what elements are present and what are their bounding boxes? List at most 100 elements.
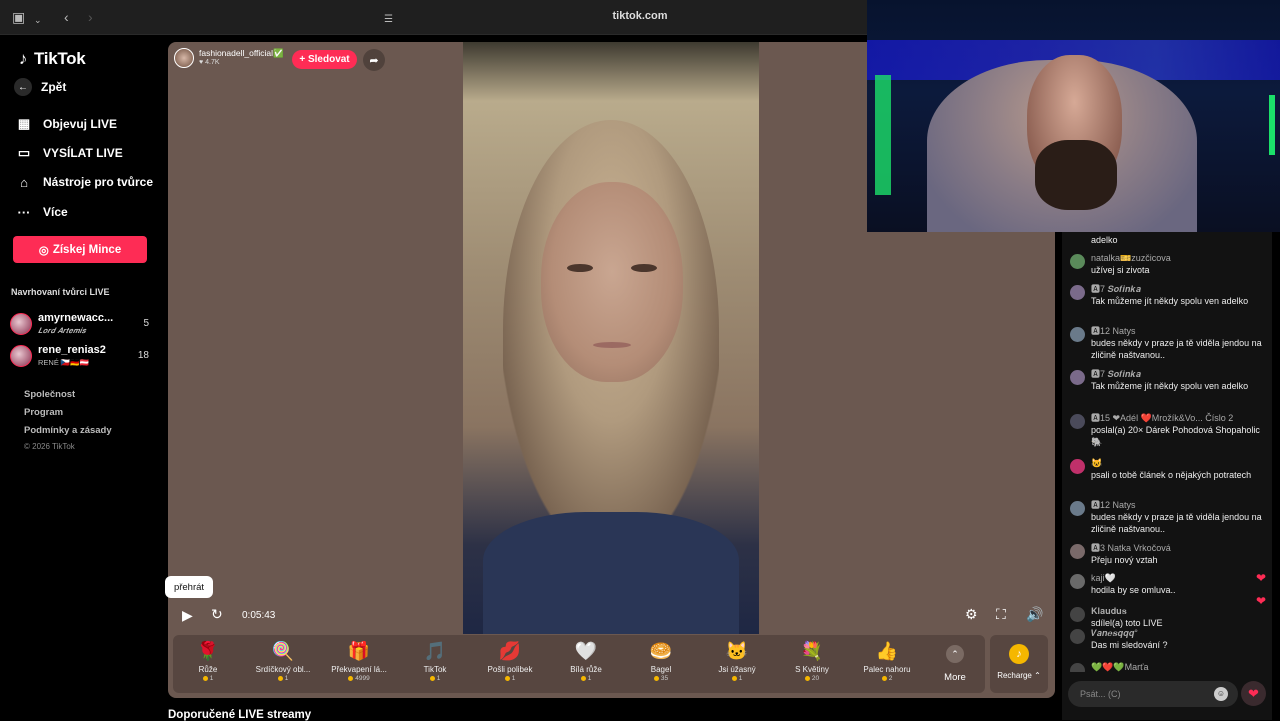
sidebar-item-more[interactable]: ··· Více [14,202,68,222]
footer-link-program[interactable]: Program [24,407,63,418]
chat-message[interactable]: 𝐊𝐥𝐚𝐮𝐝𝐮𝐬 sdílel(a) toto LIVE [1070,605,1270,629]
gift-name: Palec nahoru [863,665,911,674]
coin-icon [348,675,354,681]
chat-text: poslal(a) 20× Dárek Pohodová Shopaholic … [1091,425,1260,447]
more-gifts-button[interactable]: ⌃ More [936,645,974,683]
gift-item[interactable]: 💋 Pošli polibek 1 [475,640,545,682]
coin-icon [881,675,887,681]
coin-icon [277,675,283,681]
coin-icon [504,675,510,681]
chat-message[interactable]: 🅰7 𝑺𝒐𝒇𝒊𝒏𝒌𝒂 Tak můžeme jít někdy spolu ven… [1070,283,1270,307]
chat-message[interactable]: natalka🎫zuzčicova užívej si zivota [1070,252,1270,276]
gift-heart-button[interactable]: ❤ [1241,681,1266,706]
gift-item[interactable]: 🎵 TikTok 1 [400,640,470,682]
avatar [1070,663,1085,672]
emoji-icon[interactable]: ☺ [1214,687,1228,701]
gift-item[interactable]: 💐 S Květiny 20 [777,640,847,682]
gift-price: 1 [400,675,470,682]
sidebar-item-go-live[interactable]: ▭ VYSÍLAT LIVE [14,143,123,163]
avatar [1070,459,1085,474]
gift-name: S Květiny [795,665,829,674]
chat-message[interactable]: kaji🤍 hodila by se omluva.. [1070,572,1270,596]
chat-message[interactable]: 🅰3 Natka Vrkočová Přeju nový vztah [1070,542,1270,566]
gift-icon: 💋 [498,641,522,661]
coin-icon [731,675,737,681]
streamer-info[interactable]: fashionadell_official✅ ♥ 4.7K [174,48,284,68]
gift-icon: 💐 [800,641,824,661]
gift-item[interactable]: 🍭 Srdíčkový obl... 1 [248,640,318,682]
video-face [541,182,683,382]
follow-button[interactable]: + Sledovat [292,50,357,69]
gift-price: 1 [551,675,621,682]
gift-icon: 🐱 [725,641,749,661]
footer-link-terms[interactable]: Podmínky a zásady [24,425,112,436]
gift-item[interactable]: 🥯 Bagel 35 [626,640,696,682]
gift-name: Růže [198,665,218,674]
get-coins-button[interactable]: ◎ Získej Mince [13,236,147,263]
avatar [1070,607,1085,622]
chat-message[interactable]: 𝑽𝒂𝒏𝒆𝒔𝒒𝒒𝒒° Das mi sledování ? [1070,627,1270,651]
gift-item[interactable]: 🐱 Jsi úžasný 1 [702,640,772,682]
sidebar-item-discover-live[interactable]: ▦ Objevuj LIVE [14,114,117,134]
video-shirt [483,512,739,634]
settings-icon[interactable]: ⚙ [965,606,978,623]
chat-username: 𝑽𝒂𝒏𝒆𝒔𝒒𝒒𝒒° [1091,628,1138,638]
chat-list[interactable]: adelko natalka🎫zuzčicova užívej si zivota 🅰… [1062,232,1272,672]
chat-username: 🅰12 Natys [1091,500,1136,510]
heart-icon: ❤ [1255,571,1266,585]
gift-icon: 🎵 [423,641,447,661]
cam-light [1269,95,1275,155]
volume-icon[interactable]: 🔊 [1026,606,1043,623]
live-video[interactable] [463,42,759,634]
streamer-name: fashionadell_official✅ [199,48,284,58]
gift-name: Bílá růže [570,665,602,674]
gift-item[interactable]: 🎁 Překvapení lá... 4999 [324,640,394,682]
chat-message[interactable]: adelko [1070,234,1270,246]
gift-price: 1 [702,675,772,682]
chat-message[interactable]: 🅰15 ❤Adél ❤️Mrožík&Vo... Číslo 2 poslal(a… [1070,412,1270,448]
suggested-creators-title: Navrhovaní tvůrci LIVE [11,287,110,297]
coin-icon: ◎ [38,244,49,257]
chat-username: 🅰3 Natka Vrkočová [1091,543,1171,553]
avatar [10,345,32,367]
suggested-creator[interactable]: rene_renias2 RENÉ 🇨🇿🇩🇪🇦🇹 18 [10,344,155,370]
recharge-button[interactable]: ♪ Recharge ⌃ [990,635,1048,693]
coin-icon [804,675,810,681]
chat-text: užívej si zivota [1091,265,1150,275]
gift-icon: 🌹 [196,641,220,661]
fullscreen-icon[interactable]: ⛶ [996,606,1006,623]
webcam-overlay: FA [867,0,1280,232]
refresh-icon[interactable]: ↻ [211,606,223,623]
back-link[interactable]: ← Zpět [14,78,66,96]
tiktok-logo[interactable]: ♪ TikTok [16,49,86,69]
tiktok-note-icon: ♪ [18,49,28,68]
footer-link-company[interactable]: Společnost [24,389,75,400]
chat-message[interactable]: 🅰7 𝑺𝒐𝒇𝒊𝒏𝒌𝒂 Tak můžeme jít někdy spolu ven… [1070,368,1270,392]
recommended-heading: Doporučené LIVE streamy [168,709,312,721]
share-icon[interactable]: ➦ [363,49,385,71]
gift-item[interactable]: 👍 Palec nahoru 2 [852,640,922,682]
avatar [1070,254,1085,269]
video-camera-icon: ▭ [17,145,31,160]
gift-name: Pošli polibek [487,665,533,674]
chat-text: budes někdy v praze ja tě viděla jendou … [1091,512,1262,534]
gift-name: Bagel [650,665,672,674]
sidebar-item-creator-tools[interactable]: ⌂ Nástroje pro tvůrce [14,172,153,192]
suggested-creator[interactable]: amyrnewacc... 𝑳𝒐𝒓𝒅 𝑨𝒓𝒕𝒆𝒎𝒊𝒔 5 [10,312,155,338]
gift-item[interactable]: 🤍 Bílá růže 1 [551,640,621,682]
chat-message[interactable]: 😺 psali o tobě článek o nějakých potratec… [1070,457,1270,481]
avatar [1070,574,1085,589]
chevron-up-icon: ⌃ [946,645,964,663]
video-eye [567,264,593,272]
chat-message[interactable]: 🅰12 Natys budes někdy v praze ja tě viděl… [1070,325,1270,361]
chat-input[interactable]: Psát... (C) [1068,681,1238,707]
play-icon[interactable]: ▶ [182,607,193,624]
avatar [1070,501,1085,516]
chat-message[interactable]: 🅰12 Natys budes někdy v praze ja tě viděl… [1070,499,1270,535]
avatar [1070,285,1085,300]
gift-item[interactable]: 🌹 Růže 1 [173,640,243,682]
chat-message[interactable]: 💚❤️💚Marťapřipojil(a) se [1070,661,1270,672]
avatar [1070,370,1085,385]
coin-icon [653,675,659,681]
gift-icon: 🎁 [347,641,371,661]
